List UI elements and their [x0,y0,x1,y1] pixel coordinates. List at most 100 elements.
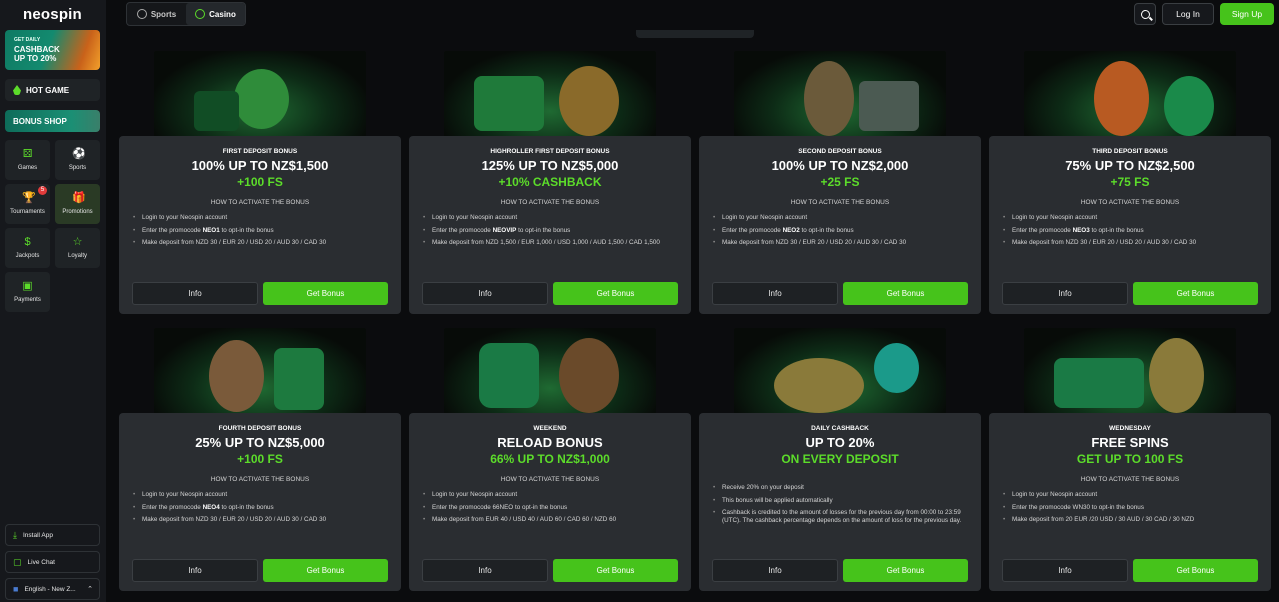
promo-card: DAILY CASHBACK UP TO 20% ON EVERY DEPOSI… [699,328,981,591]
download-icon: ⤓ [13,529,17,540]
promo-extra: +25 FS [820,175,860,189]
promo-extra: +100 FS [237,175,283,189]
promo-card-body: SECOND DEPOSIT BONUS 100% UP TO NZ$2,000… [699,136,981,314]
promo-extra: +100 FS [237,452,283,466]
login-button[interactable]: Log In [1162,3,1214,25]
list-item: Login to your Neospin account [423,491,683,499]
activation-steps: Login to your Neospin account Enter the … [133,491,393,529]
info-button[interactable]: Info [712,282,838,305]
get-bonus-button[interactable]: Get Bonus [843,559,968,582]
info-button[interactable]: Info [1002,282,1128,305]
info-button[interactable]: Info [1002,559,1128,582]
bonus-shop-button[interactable]: BONUS SHOP [5,110,100,132]
promo-title: FREE SPINS [1091,435,1169,450]
list-item: Login to your Neospin account [1003,214,1263,222]
promo-title: 100% UP TO NZ$2,000 [771,158,909,173]
promo-subtitle: HIGHROLLER FIRST DEPOSIT BONUS [490,148,610,155]
info-button[interactable]: Info [422,559,548,582]
promo-subtitle: FOURTH DEPOSIT BONUS [218,425,302,432]
get-bonus-button[interactable]: Get Bonus [843,282,968,305]
get-bonus-button[interactable]: Get Bonus [553,282,678,305]
promo-card-body: THIRD DEPOSIT BONUS 75% UP TO NZ$2,500 +… [989,136,1271,314]
promo-card: WEEKEND RELOAD BONUS 66% UP TO NZ$1,000 … [409,328,691,591]
hot-game-button[interactable]: HOT GAME [5,79,100,101]
bonus-shop-label: BONUS SHOP [13,116,67,126]
neospin-logo[interactable]: neospin [23,6,82,23]
cashback-banner[interactable]: GET DAILY CASHBACK UP TO 20% [5,30,100,70]
install-app-button[interactable]: ⤓ Install App [5,524,100,546]
list-item: Login to your Neospin account [1003,491,1263,499]
list-item: Make deposit from EUR 40 / USD 40 / AUD … [423,516,683,524]
promo-card-footer: Info Get Bonus [409,551,691,591]
sidebar-item-sports[interactable]: ⚽ Sports [55,140,100,180]
get-bonus-button[interactable]: Get Bonus [263,282,388,305]
info-button[interactable]: Info [422,282,548,305]
list-item: Enter the promocode NEO1 to opt-in the b… [133,227,393,235]
get-bonus-button[interactable]: Get Bonus [1133,559,1258,582]
info-button[interactable]: Info [712,559,838,582]
get-bonus-button[interactable]: Get Bonus [553,559,678,582]
promo-card: WEDNESDAY FREE SPINS GET UP TO 100 FS HO… [989,328,1271,591]
tab-sports[interactable]: Sports [127,3,186,25]
activation-steps: Login to your Neospin account Enter the … [423,214,683,252]
promo-card-body: FIRST DEPOSIT BONUS 100% UP TO NZ$1,500 … [119,136,401,314]
info-button[interactable]: Info [132,282,258,305]
how-to-activate-label: HOW TO ACTIVATE THE BONUS [500,476,600,483]
promo-subtitle: WEDNESDAY [1109,425,1151,432]
promocode: NEO2 [782,226,800,234]
language-select[interactable]: ■ English - New Z... ⌃ [5,578,100,600]
tab-casino[interactable]: Casino [186,3,245,25]
get-bonus-button[interactable]: Get Bonus [263,559,388,582]
list-item: Make deposit from NZD 1,500 / EUR 1,000 … [423,239,683,247]
moneybag-icon: $ [24,236,31,248]
list-item: Cashback is credited to the amount of lo… [713,509,973,525]
list-item: Make deposit from NZD 30 / EUR 20 / USD … [133,516,393,524]
nz-flag-icon: ■ [13,584,19,594]
promo-card-footer: Info Get Bonus [989,274,1271,314]
chat-icon: ▢ [13,556,22,567]
search-button[interactable] [1134,3,1156,25]
sidebar-item-tournaments[interactable]: 🏆 5 Tournaments [5,184,50,224]
promo-card-image [734,328,946,414]
list-item: Make deposit from NZD 30 / EUR 20 / USD … [713,239,973,247]
sidebar-item-jackpots[interactable]: $ Jackpots [5,228,50,268]
how-to-activate-label: HOW TO ACTIVATE THE BONUS [210,199,310,206]
promocode: NEOVIP [492,226,517,234]
signup-button[interactable]: Sign Up [1220,3,1274,25]
promocode: NEO4 [202,503,220,511]
how-to-activate-label: HOW TO ACTIVATE THE BONUS [500,199,600,206]
how-to-activate-label: HOW TO ACTIVATE THE BONUS [1080,199,1180,206]
sidebar-item-loyalty[interactable]: ☆ Loyalty [55,228,100,268]
tournaments-count-badge: 5 [38,186,47,195]
list-item: This bonus will be applied automatically [713,497,973,505]
sidebar-item-payments[interactable]: ▣ Payments [5,272,50,312]
sidebar-item-games[interactable]: ⚄ Games [5,140,50,180]
promo-extra: +10% CASHBACK [498,175,602,189]
promo-card: SECOND DEPOSIT BONUS 100% UP TO NZ$2,000… [699,51,981,314]
how-to-activate-label: HOW TO ACTIVATE THE BONUS [790,199,890,206]
sidebar-item-promotions[interactable]: 🎁 Promotions [55,184,100,224]
promo-card-image [444,51,656,137]
info-button[interactable]: Info [132,559,258,582]
search-icon [1140,9,1150,19]
promo-card-body: FOURTH DEPOSIT BONUS 25% UP TO NZ$5,000 … [119,413,401,591]
activation-steps: Login to your Neospin account Enter the … [423,491,683,529]
promotions-filter-tabs[interactable] [636,30,754,38]
promo-card-footer: Info Get Bonus [119,274,401,314]
star-icon: ☆ [72,236,83,248]
list-item: Enter the promocode WN30 to opt-in the b… [1003,504,1263,512]
live-chat-button[interactable]: ▢ Live Chat [5,551,100,573]
get-bonus-button[interactable]: Get Bonus [1133,282,1258,305]
promo-title: UP TO 20% [805,435,875,450]
promo-title: RELOAD BONUS [497,435,603,450]
promo-card-footer: Info Get Bonus [699,551,981,591]
list-item: Login to your Neospin account [133,491,393,499]
promo-card-body: DAILY CASHBACK UP TO 20% ON EVERY DEPOSI… [699,413,981,591]
sidebar: neospin GET DAILY CASHBACK UP TO 20% HOT … [0,0,106,602]
promo-card-image [444,328,656,414]
activation-steps: Login to your Neospin account Enter the … [1003,214,1263,252]
fire-icon [13,85,21,95]
list-item: Enter the promocode NEO2 to opt-in the b… [713,227,973,235]
chevron-up-icon: ⌃ [87,586,93,593]
promo-title: 125% UP TO NZ$5,000 [481,158,619,173]
